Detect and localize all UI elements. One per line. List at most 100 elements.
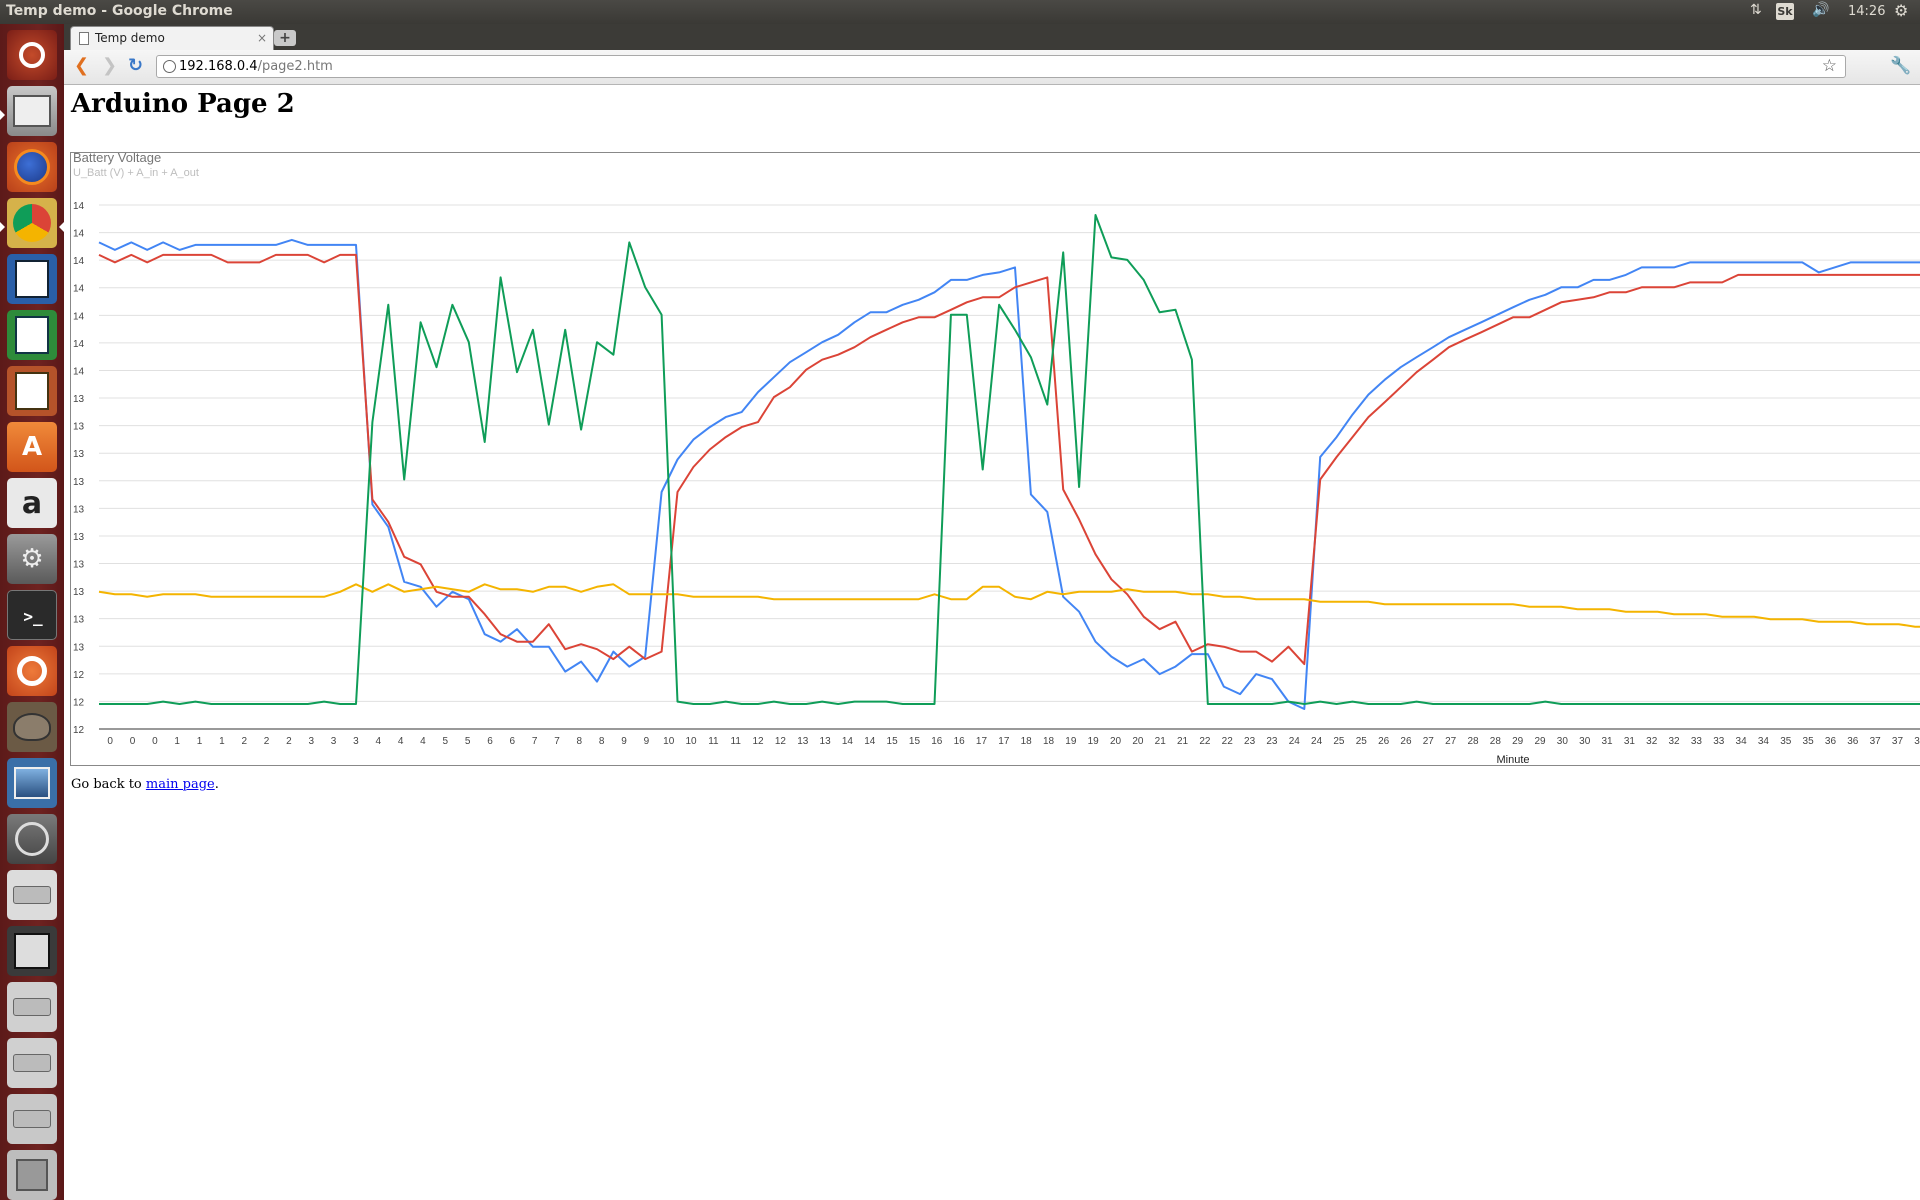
x-tick-label: 0 [152,736,158,747]
floppy-launcher[interactable] [7,926,57,976]
y-tick-label: 14 [73,284,85,295]
y-axis-ticks: 12 12 12 13 13 13 13 13 13 13 13 13 13 14 14 14 14 14 14 14 [73,201,85,736]
x-tick-label: 13 [820,736,832,747]
files-launcher[interactable] [7,86,57,136]
x-tick-label: 1 [219,736,225,747]
firefox-launcher[interactable] [7,142,57,192]
x-tick-label: 21 [1155,736,1167,747]
amazon-launcher[interactable]: a [7,478,57,528]
wrench-menu-icon[interactable]: 🔧 [1890,56,1911,76]
settings-wrench-icon: ⚙ [20,544,44,574]
x-tick-label: 9 [621,736,627,747]
calc-launcher[interactable] [7,310,57,360]
drive-icon [7,1094,57,1144]
go-back-line: Go back to main page. [71,777,219,792]
gimp-launcher[interactable] [7,702,57,752]
y-tick-label: 13 [73,477,85,488]
x-tick-label: 11 [708,736,719,747]
x-tick-label: 1 [174,736,180,747]
page-viewport: Arduino Page 2 Battery Voltage U_Batt (V… [64,85,1920,1200]
image-viewer-launcher[interactable] [7,758,57,808]
y-tick-label: 13 [73,422,85,433]
x-axis-label: Minute [1496,754,1529,766]
update-icon [7,814,57,864]
x-tick-label: 13 [797,736,809,747]
x-tick-label: 24 [1289,736,1301,747]
x-tick-label: 19 [1088,736,1100,747]
ubuntu-one-launcher[interactable] [7,646,57,696]
x-tick-label: 2 [241,736,247,747]
x-tick-label: 23 [1266,736,1278,747]
series-lines [98,214,1920,710]
drive-launcher[interactable] [7,870,57,920]
x-tick-label: 2 [286,736,292,747]
back-icon[interactable]: ❮ [74,56,89,76]
x-tick-label: 16 [931,736,943,747]
y-tick-label: 14 [73,366,85,377]
x-tick-label: 28 [1490,736,1502,747]
x-tick-label: 4 [420,736,426,747]
y-tick-label: 13 [73,560,85,571]
x-tick-label: 7 [554,736,560,747]
trash-launcher[interactable] [7,1150,57,1200]
writer-document-icon [7,254,57,304]
impress-launcher[interactable] [7,366,57,416]
x-tick-label: 8 [599,736,605,747]
x-tick-label: 12 [775,736,787,747]
software-center-launcher[interactable]: A [7,422,57,472]
forward-icon[interactable]: ❯ [102,56,117,76]
y-tick-label: 13 [73,504,85,515]
gimp-icon [7,702,57,752]
settings-launcher[interactable]: ⚙ [7,534,57,584]
drive-icon [7,870,57,920]
x-tick-label: 6 [487,736,493,747]
x-tick-label: 7 [532,736,538,747]
globe-icon [163,60,176,73]
main-page-link[interactable]: main page [146,777,215,792]
x-tick-label: 11 [731,736,742,747]
dash-button[interactable] [7,30,57,80]
url-path: /page2.htm [257,59,333,74]
chrome-launcher[interactable] [7,198,57,248]
keyboard-indicator[interactable]: Sk [1776,3,1794,20]
chrome-icon [7,198,57,248]
tab-close-icon[interactable]: × [257,31,267,45]
x-tick-label: 6 [510,736,516,747]
drive-launcher-2[interactable] [7,982,57,1032]
volume-icon[interactable]: 🔊 [1812,2,1829,18]
y-tick-label: 13 [73,642,85,653]
y-tick-label: 13 [73,532,85,543]
clock[interactable]: 14:26 [1848,4,1885,19]
x-tick-label: 34 [1736,736,1748,747]
x-tick-label: 37 [1870,736,1882,747]
x-tick-label: 1 [197,736,203,747]
x-tick-label: 3 [331,736,337,747]
address-bar[interactable]: 192.168.0.4/page2.htm ☆ [156,55,1846,78]
drive-launcher-3[interactable] [7,1038,57,1088]
y-tick-label: 13 [73,615,85,626]
gear-icon[interactable]: ⚙ [1894,1,1908,20]
drive-launcher-4[interactable] [7,1094,57,1144]
bookmark-star-icon[interactable]: ☆ [1822,56,1837,76]
x-tick-label: 25 [1356,736,1368,747]
x-tick-label: 33 [1713,736,1725,747]
chart-subtitle: U_Batt (V) + A_in + A_out [73,167,199,179]
photos-icon [7,758,57,808]
writer-launcher[interactable] [7,254,57,304]
x-tick-label: 37 [1892,736,1904,747]
x-tick-label: 28 [1467,736,1479,747]
reload-icon[interactable]: ↻ [128,56,143,76]
url-text[interactable]: 192.168.0.4/page2.htm [179,59,333,74]
x-tick-label: 29 [1534,736,1546,747]
new-tab-button[interactable]: + [274,30,296,46]
x-tick-label: 26 [1378,736,1390,747]
terminal-launcher[interactable]: >_ [7,590,57,640]
update-manager-launcher[interactable] [7,814,57,864]
chart-title: Battery Voltage [73,153,161,165]
x-tick-label: 29 [1512,736,1524,747]
tab-temp-demo[interactable]: Temp demo × [70,26,274,50]
network-icon[interactable]: ⇅ [1750,2,1762,18]
x-tick-label: 22 [1199,736,1211,747]
x-tick-label: 12 [753,736,765,747]
x-tick-label: 10 [685,736,697,747]
